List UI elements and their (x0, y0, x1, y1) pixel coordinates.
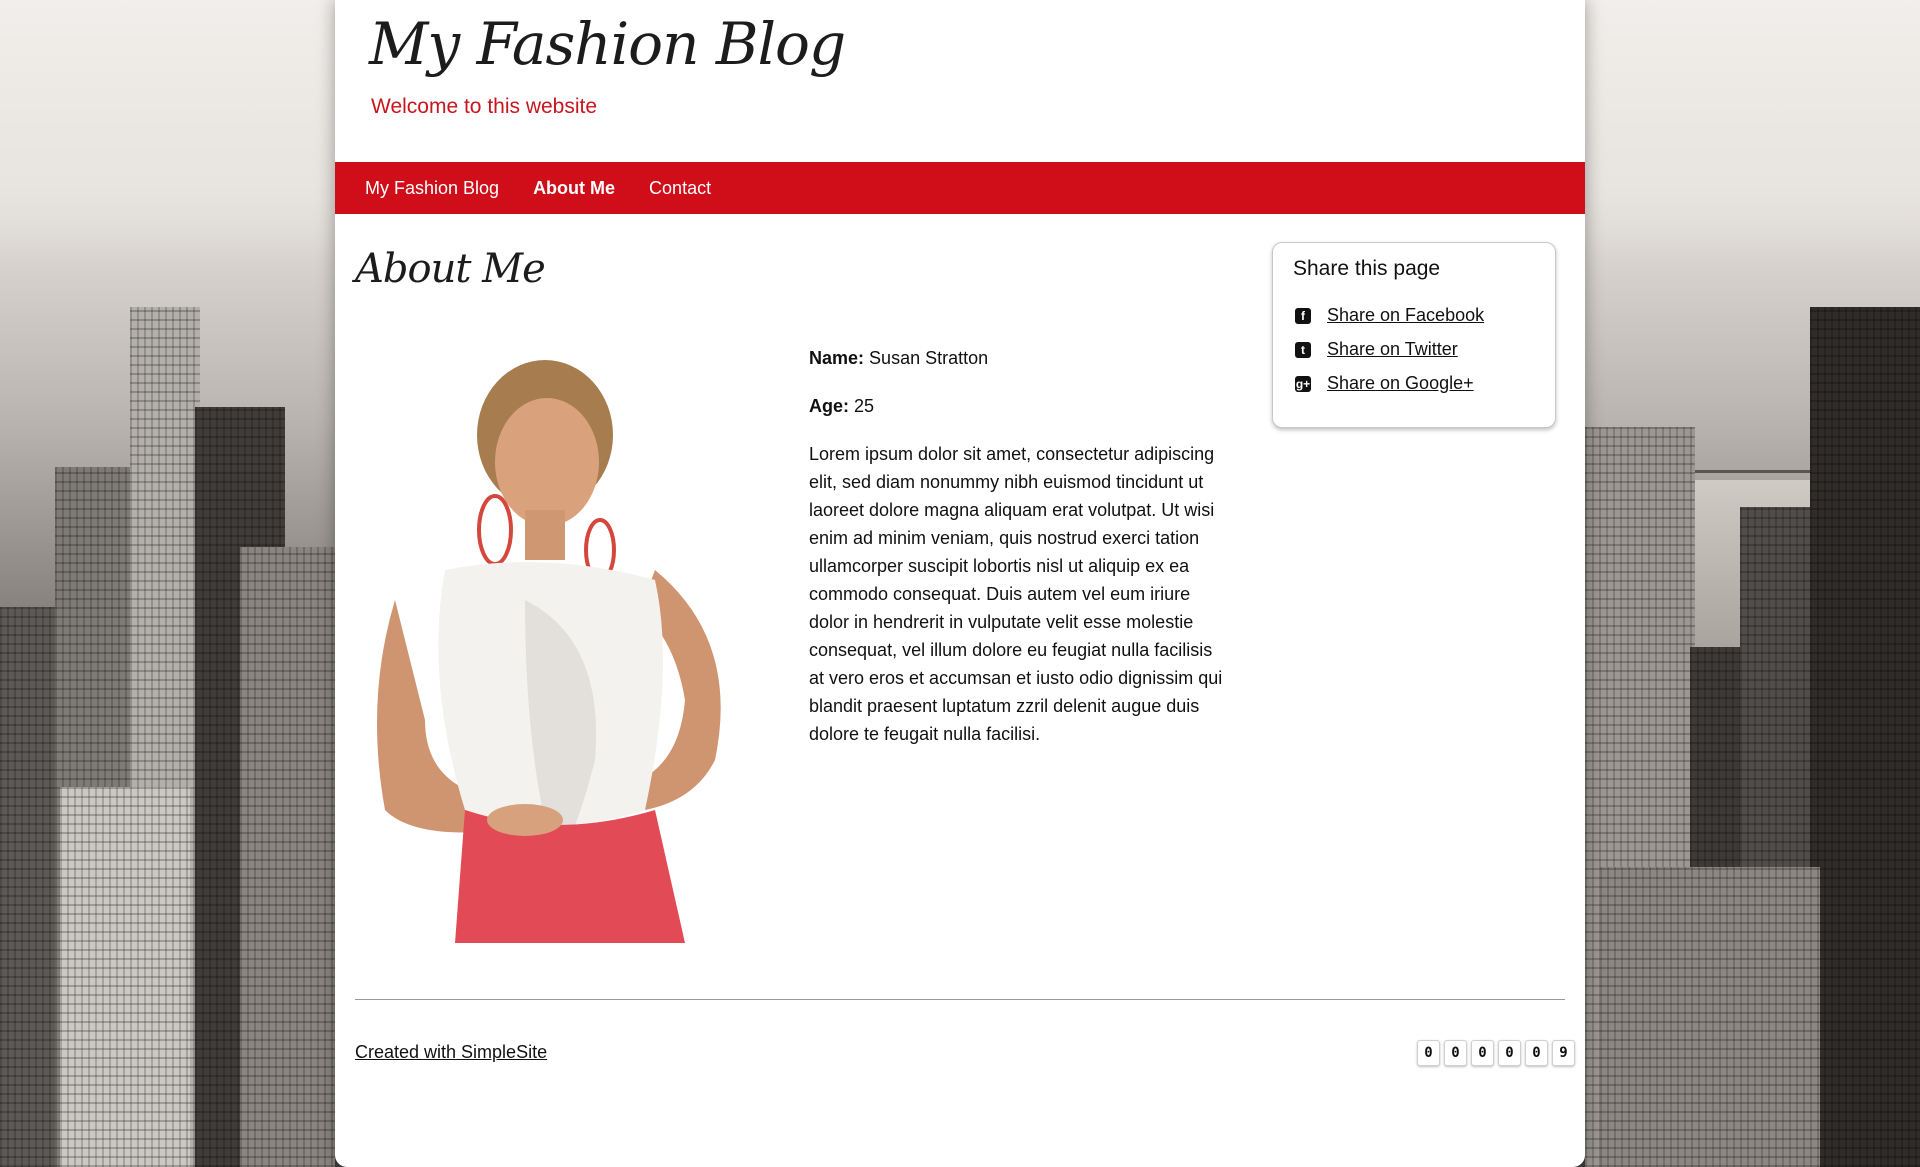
visitor-counter: 0 0 0 0 0 9 (1417, 1040, 1579, 1066)
main-nav: My Fashion Blog About Me Contact (335, 162, 1585, 214)
created-with-link[interactable]: Created with SimpleSite (355, 1042, 547, 1063)
googleplus-icon: g+ (1295, 375, 1311, 392)
bio-section: Name: Susan Stratton Age: 25 Lorem ipsum… (809, 344, 1229, 768)
site-header: My Fashion Blog Welcome to this website (335, 0, 1585, 162)
site-subtitle: Welcome to this website (371, 95, 598, 118)
counter-digit: 9 (1552, 1040, 1575, 1066)
share-facebook-link[interactable]: f Share on Facebook (1295, 305, 1484, 326)
age-value: 25 (854, 396, 875, 416)
facebook-icon: f (1295, 307, 1311, 324)
footer-divider (355, 999, 1565, 1000)
page-container: My Fashion Blog Welcome to this website … (335, 0, 1585, 1167)
counter-digit: 0 (1525, 1040, 1548, 1066)
bio-text: Lorem ipsum dolor sit amet, consectetur … (809, 444, 1223, 744)
bio-name: Name: Susan Stratton (809, 344, 1229, 372)
share-box: Share this page f Share on Facebook t Sh… (1272, 242, 1556, 428)
page-title: About Me (355, 246, 546, 292)
name-label: Name: (809, 348, 865, 368)
share-title: Share this page (1293, 257, 1441, 280)
nav-item-my-fashion-blog[interactable]: My Fashion Blog (365, 178, 499, 199)
counter-digit: 0 (1444, 1040, 1467, 1066)
site-title[interactable]: My Fashion Blog (369, 10, 846, 78)
twitter-icon: t (1295, 341, 1311, 358)
share-twitter-label[interactable]: Share on Twitter (1327, 339, 1458, 360)
share-googleplus-label[interactable]: Share on Google+ (1327, 373, 1474, 394)
counter-digit: 0 (1417, 1040, 1440, 1066)
counter-digit: 0 (1471, 1040, 1494, 1066)
counter-digit: 0 (1498, 1040, 1521, 1066)
share-googleplus-link[interactable]: g+ Share on Google+ (1295, 373, 1474, 394)
share-twitter-link[interactable]: t Share on Twitter (1295, 339, 1458, 360)
age-label: Age: (809, 396, 849, 416)
nav-item-contact[interactable]: Contact (649, 178, 711, 199)
bio-age: Age: 25 (809, 392, 1229, 420)
name-value: Susan Stratton (869, 348, 989, 368)
nav-item-about-me[interactable]: About Me (533, 178, 615, 199)
share-facebook-label[interactable]: Share on Facebook (1327, 305, 1484, 326)
portrait-photo (355, 340, 755, 943)
